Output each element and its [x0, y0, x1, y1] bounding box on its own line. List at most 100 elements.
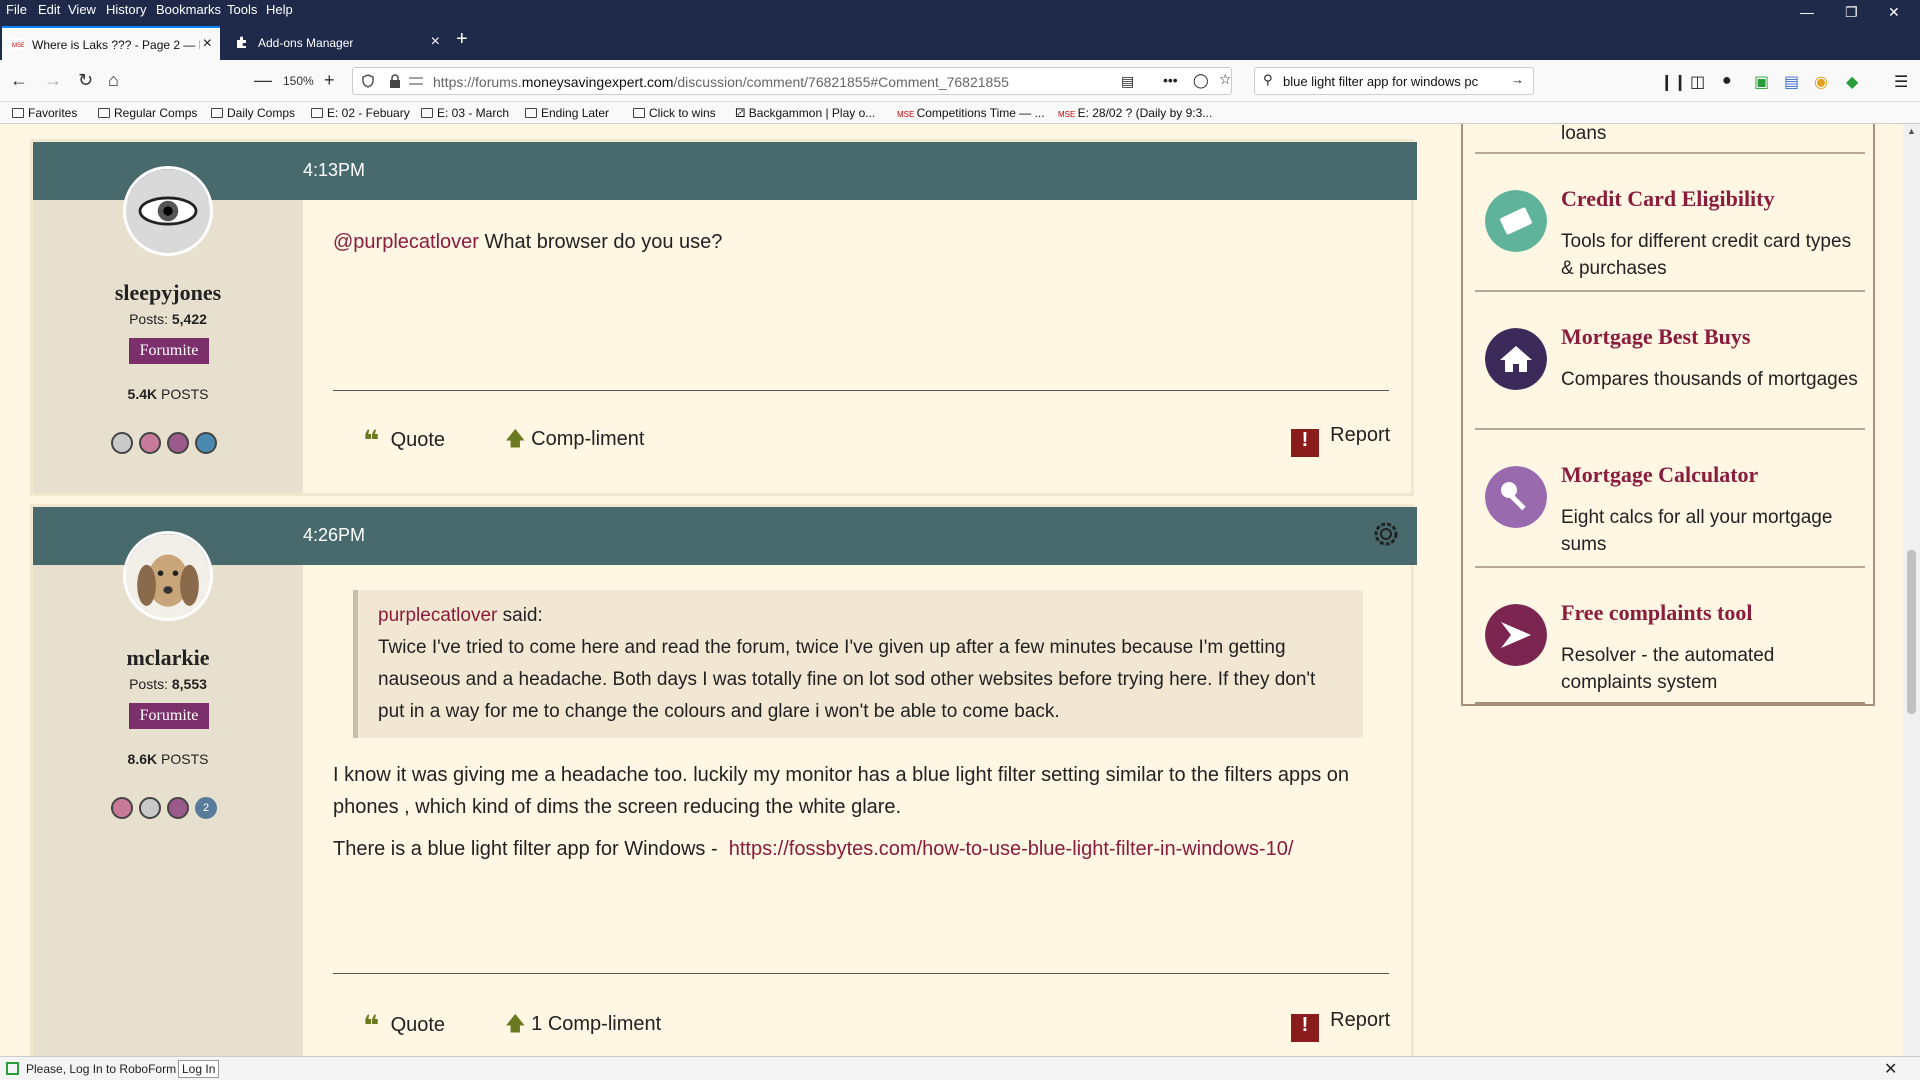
page-scrollbar[interactable]: ▲	[1903, 124, 1920, 1056]
menu-tools[interactable]: Tools	[227, 2, 257, 17]
tab-addons[interactable]: Add-ons Manager ×	[226, 26, 448, 60]
bookmark-link[interactable]: MSE E: 28/02 ? (Daily by 9:3...	[1058, 106, 1212, 120]
quote-author-link[interactable]: purplecatlover	[378, 605, 497, 626]
folder-icon	[633, 108, 645, 118]
award-icon[interactable]	[139, 797, 161, 819]
scroll-up-icon[interactable]: ▲	[1907, 126, 1916, 136]
divider	[333, 973, 1389, 974]
gear-icon[interactable]	[1371, 519, 1401, 549]
camera-award-icon[interactable]	[195, 432, 217, 454]
bookmark-link[interactable]: MSE Competitions Time — ...	[897, 106, 1045, 120]
post-timestamp: 4:13PM	[303, 160, 366, 180]
navigation-bar: ← → ↻ ⌂ — 150% + https://forums.moneysav…	[0, 60, 1920, 102]
award-icon[interactable]	[167, 797, 189, 819]
shield-icon[interactable]	[361, 74, 375, 88]
username[interactable]: mclarkie	[33, 645, 303, 671]
bookmark-star-icon[interactable]: ☆	[1219, 71, 1232, 88]
search-input[interactable]: blue light filter app for windows pc	[1283, 74, 1478, 89]
sidebar-item-title[interactable]: Mortgage Best Buys	[1561, 324, 1750, 350]
bookmark-folder[interactable]: E: 02 - Febuary	[311, 106, 410, 120]
bookmark-link[interactable]: ⚂ Backgammon | Play o...	[735, 106, 875, 120]
restore-icon[interactable]: ❐	[1845, 4, 1858, 21]
menu-file[interactable]: File	[6, 2, 27, 17]
extension-icon[interactable]: ◉	[1814, 72, 1830, 91]
award-icon[interactable]	[139, 432, 161, 454]
menu-edit[interactable]: Edit	[38, 2, 60, 17]
sidebar-icon[interactable]: ◫	[1690, 72, 1706, 91]
close-window-icon[interactable]: ✕	[1888, 4, 1900, 21]
sidebar-item-desc: Tools for different credit card types & …	[1561, 231, 1852, 279]
sidebar-item-mortgage-calculator[interactable]: Mortgage Calculator Eight calcs for all …	[1475, 430, 1865, 568]
sidebar-item-credit-card-eligibility[interactable]: Credit Card Eligibility Tools for differ…	[1475, 154, 1865, 292]
more-actions-icon[interactable]: •••	[1163, 72, 1178, 88]
avatar[interactable]	[123, 531, 213, 621]
quote-text: Twice I've tried to come here and read t…	[378, 637, 1316, 722]
extension-icon[interactable]: ▤	[1784, 72, 1800, 91]
report-button[interactable]: ! Report	[1291, 424, 1390, 457]
close-status-icon[interactable]: ✕	[1884, 1059, 1897, 1079]
tab-forum[interactable]: MSE Where is Laks ??? - Page 2 — M ×	[2, 26, 220, 60]
extension-icon[interactable]: ▣	[1754, 72, 1770, 91]
lock-icon[interactable]	[389, 74, 401, 88]
home-icon[interactable]: ⌂	[108, 70, 119, 91]
compliment-button[interactable]: 🡅 Comp-liment	[505, 424, 644, 458]
posts-count: Posts: 8,553	[129, 676, 207, 692]
library-icon[interactable]: ❙❙	[1660, 72, 1687, 91]
post-count-summary: 8.6K POSTS	[127, 751, 209, 767]
search-go-icon[interactable]: →	[1511, 72, 1524, 87]
hamburger-menu-icon[interactable]: ☰	[1894, 72, 1910, 91]
award-icon[interactable]	[111, 797, 133, 819]
permissions-icon[interactable]	[409, 75, 423, 87]
login-button[interactable]: Log In	[178, 1060, 220, 1078]
reader-view-icon[interactable]: ▤	[1121, 73, 1134, 90]
user-mention[interactable]: @purplecatlover	[333, 231, 479, 253]
zoom-in-icon[interactable]: +	[324, 70, 335, 91]
menu-bookmarks[interactable]: Bookmarks	[156, 2, 221, 17]
close-tab-icon[interactable]: ×	[203, 35, 212, 53]
url-bar[interactable]: https://forums.moneysavingexpert.com/dis…	[352, 67, 1232, 95]
close-tab-icon[interactable]: ×	[431, 33, 440, 51]
post-text-link-line: There is a blue light filter app for Win…	[333, 838, 1294, 860]
account-icon[interactable]: ●	[1722, 72, 1738, 89]
sidebar-item-partial[interactable]: loans	[1475, 123, 1865, 154]
scrollbar-thumb[interactable]	[1907, 550, 1916, 714]
sidebar-item-title[interactable]: Mortgage Calculator	[1561, 462, 1758, 488]
minimize-icon[interactable]: —	[1800, 4, 1814, 20]
sidebar-item-mortgage-best-buys[interactable]: Mortgage Best Buys Compares thousands of…	[1475, 292, 1865, 430]
reload-icon[interactable]: ↻	[78, 70, 93, 91]
menu-history[interactable]: History	[106, 2, 146, 17]
award-icon[interactable]	[167, 432, 189, 454]
bookmark-folder[interactable]: E: 03 - March	[421, 106, 509, 120]
bookmark-folder[interactable]: Click to wins	[633, 106, 716, 120]
forward-icon[interactable]: →	[44, 70, 62, 91]
new-tab-icon[interactable]: +	[456, 28, 468, 51]
pocket-icon[interactable]: ◯	[1193, 72, 1209, 89]
sidebar-item-free-complaints-tool[interactable]: Free complaints tool Resolver - the auto…	[1475, 568, 1865, 704]
sidebar-item-title[interactable]: Free complaints tool	[1561, 600, 1752, 626]
sidebar-item-title[interactable]: Credit Card Eligibility	[1561, 186, 1775, 212]
bookmark-folder[interactable]: Daily Comps	[211, 106, 295, 120]
zoom-level[interactable]: 150%	[283, 74, 314, 88]
report-button[interactable]: ! Report	[1291, 1009, 1390, 1042]
post-header: 4:26PM	[33, 507, 1417, 565]
bookmark-folder[interactable]: Favorites	[12, 106, 77, 120]
external-link[interactable]: https://fossbytes.com/how-to-use-blue-li…	[729, 838, 1294, 860]
compliment-button[interactable]: 🡅 1 Comp-liment	[505, 1009, 661, 1043]
back-icon[interactable]: ←	[10, 70, 28, 91]
quote-button[interactable]: ❝ Quote	[363, 1009, 445, 1042]
award-icon[interactable]	[111, 432, 133, 454]
quote-button[interactable]: ❝ Quote	[363, 424, 445, 457]
avatar[interactable]	[123, 166, 213, 256]
extension-icon[interactable]: ◆	[1846, 72, 1862, 91]
mse-favicon-icon: MSE	[897, 110, 917, 119]
zoom-out-icon[interactable]: —	[254, 70, 272, 91]
bookmark-folder[interactable]: Regular Comps	[98, 106, 197, 120]
search-bar[interactable]: ⚲ blue light filter app for windows pc →	[1254, 67, 1534, 95]
url-text[interactable]: https://forums.moneysavingexpert.com/dis…	[433, 74, 1009, 90]
menu-view[interactable]: View	[68, 2, 96, 17]
username[interactable]: sleepyjones	[33, 280, 303, 306]
rank-badge: Forumite	[129, 703, 209, 729]
bookmark-folder[interactable]: Ending Later	[525, 106, 609, 120]
award-count-badge[interactable]: 2	[195, 797, 217, 819]
menu-help[interactable]: Help	[266, 2, 293, 17]
